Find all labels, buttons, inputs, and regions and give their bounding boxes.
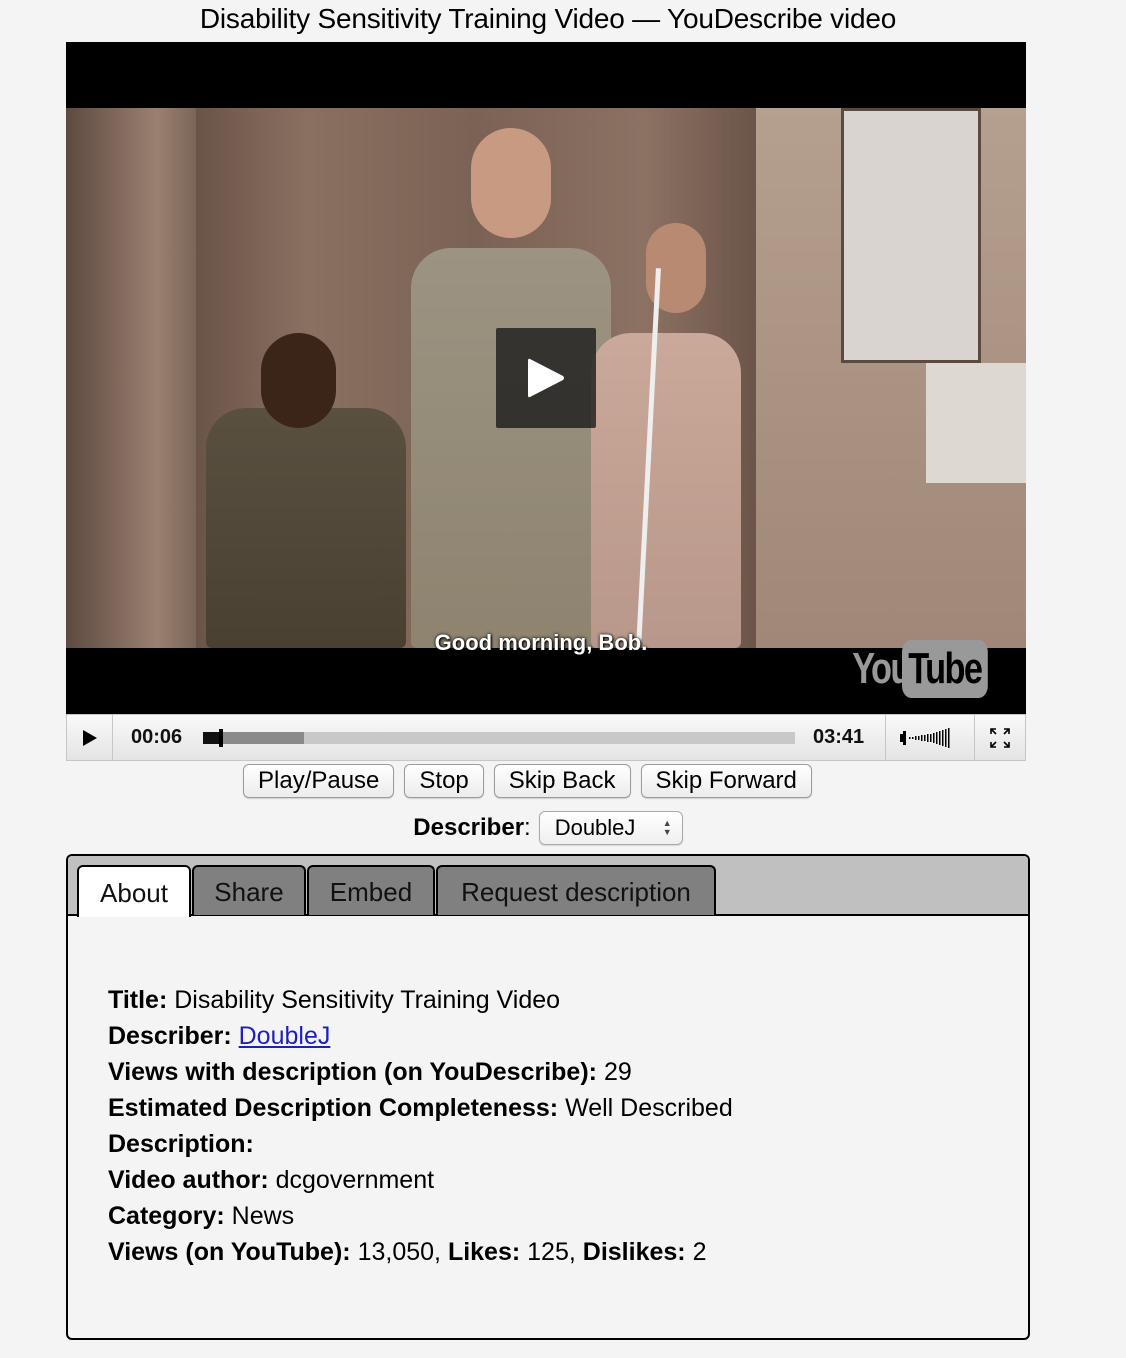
describer-label-colon: : <box>524 814 531 841</box>
describer-link[interactable]: DoubleJ <box>239 1022 331 1050</box>
video-scene-notice <box>926 363 1026 483</box>
info-describer-label: Describer: <box>108 1022 232 1050</box>
big-play-icon <box>528 358 564 398</box>
info-yt-views-label: Views (on YouTube): <box>108 1238 351 1266</box>
fullscreen-button[interactable] <box>975 715 1025 760</box>
video-scene-person-head <box>261 333 336 428</box>
volume-icon <box>900 727 950 748</box>
about-content: Title: Disability Sensitivity Training V… <box>108 982 733 1270</box>
video-scene-elevator-panel <box>66 108 196 648</box>
duration: 03:41 <box>813 726 865 748</box>
playback-buttons: Play/Pause Stop Skip Back Skip Forward <box>243 764 812 798</box>
tab-about[interactable]: About <box>77 865 191 917</box>
tab-request-description[interactable]: Request description <box>436 865 716 915</box>
info-category-label: Category: <box>108 1202 225 1230</box>
volume-control[interactable] <box>885 715 975 760</box>
video-scene-bulletin-board <box>841 108 981 363</box>
info-views-description: Views with description (on YouDescribe):… <box>108 1054 733 1090</box>
play-button[interactable] <box>67 715 113 760</box>
big-play-button[interactable] <box>496 328 596 428</box>
video-scene-person-head <box>471 128 551 238</box>
info-category: Category: News <box>108 1198 733 1234</box>
info-author-label: Video author: <box>108 1166 269 1194</box>
info-youtube-stats: Views (on YouTube): 13,050, Likes: 125, … <box>108 1234 733 1270</box>
info-completeness-value: Well Described <box>565 1094 733 1122</box>
info-dislikes-label: Dislikes: <box>582 1238 686 1266</box>
page-title: Disability Sensitivity Training Video — … <box>199 3 897 34</box>
info-title: Title: Disability Sensitivity Training V… <box>108 982 733 1018</box>
describer-label: Describer: <box>413 814 530 842</box>
info-describer: Describer: DoubleJ <box>108 1018 733 1054</box>
video-player[interactable]: Good morning, Bob. You Tube <box>66 42 1026 714</box>
info-description-label: Description: <box>108 1130 254 1158</box>
youtube-logo[interactable]: You Tube <box>836 639 1012 699</box>
fullscreen-icon <box>990 727 1010 748</box>
info-panel: About Share Embed Request description Ti… <box>66 854 1030 1340</box>
info-completeness: Estimated Description Completeness: Well… <box>108 1090 733 1126</box>
tab-bar: About Share Embed Request description <box>68 856 1028 917</box>
describer-select[interactable]: DoubleJ ▲ ▼ <box>538 811 683 845</box>
info-author: Video author: dcgovernment <box>108 1162 733 1198</box>
info-dislikes-value: 2 <box>692 1238 707 1266</box>
describer-label-text: Describer <box>413 814 525 841</box>
tab-embed[interactable]: Embed <box>307 865 435 915</box>
info-views-description-label: Views with description (on YouDescribe): <box>108 1058 597 1086</box>
seek-handle[interactable] <box>218 728 223 747</box>
play-icon <box>82 729 97 746</box>
describer-selector: Describer: DoubleJ ▲ ▼ <box>0 811 1096 845</box>
video-scene-person <box>591 333 741 648</box>
tab-share[interactable]: Share <box>192 865 306 915</box>
seek-played <box>203 731 219 744</box>
skip-forward-button[interactable]: Skip Forward <box>640 764 812 798</box>
info-likes-label: Likes: <box>447 1238 521 1266</box>
info-views-description-value: 29 <box>603 1058 632 1086</box>
info-yt-views-value: 13,050, <box>357 1238 441 1266</box>
info-author-value: dcgovernment <box>275 1166 435 1194</box>
video-scene-person <box>411 248 611 648</box>
stop-button[interactable]: Stop <box>404 764 484 798</box>
active-tab-gap <box>79 914 189 917</box>
player-controls: 00:06 03:41 <box>66 714 1026 761</box>
info-description: Description: <box>108 1126 733 1162</box>
info-title-label: Title: <box>108 986 168 1014</box>
select-arrows-icon: ▲ ▼ <box>662 818 672 837</box>
skip-back-button[interactable]: Skip Back <box>493 764 631 798</box>
youtube-logo-tube: Tube <box>902 640 988 698</box>
info-title-value: Disability Sensitivity Training Video <box>174 986 561 1014</box>
current-time: 00:06 <box>131 726 183 748</box>
seek-bar[interactable] <box>203 728 795 747</box>
video-scene-person <box>206 408 406 648</box>
info-completeness-label: Estimated Description Completeness: <box>108 1094 559 1122</box>
play-pause-button[interactable]: Play/Pause <box>243 764 395 798</box>
info-likes-value: 125, <box>527 1238 576 1266</box>
info-category-value: News <box>231 1202 295 1230</box>
describer-select-value: DoubleJ <box>554 815 636 840</box>
